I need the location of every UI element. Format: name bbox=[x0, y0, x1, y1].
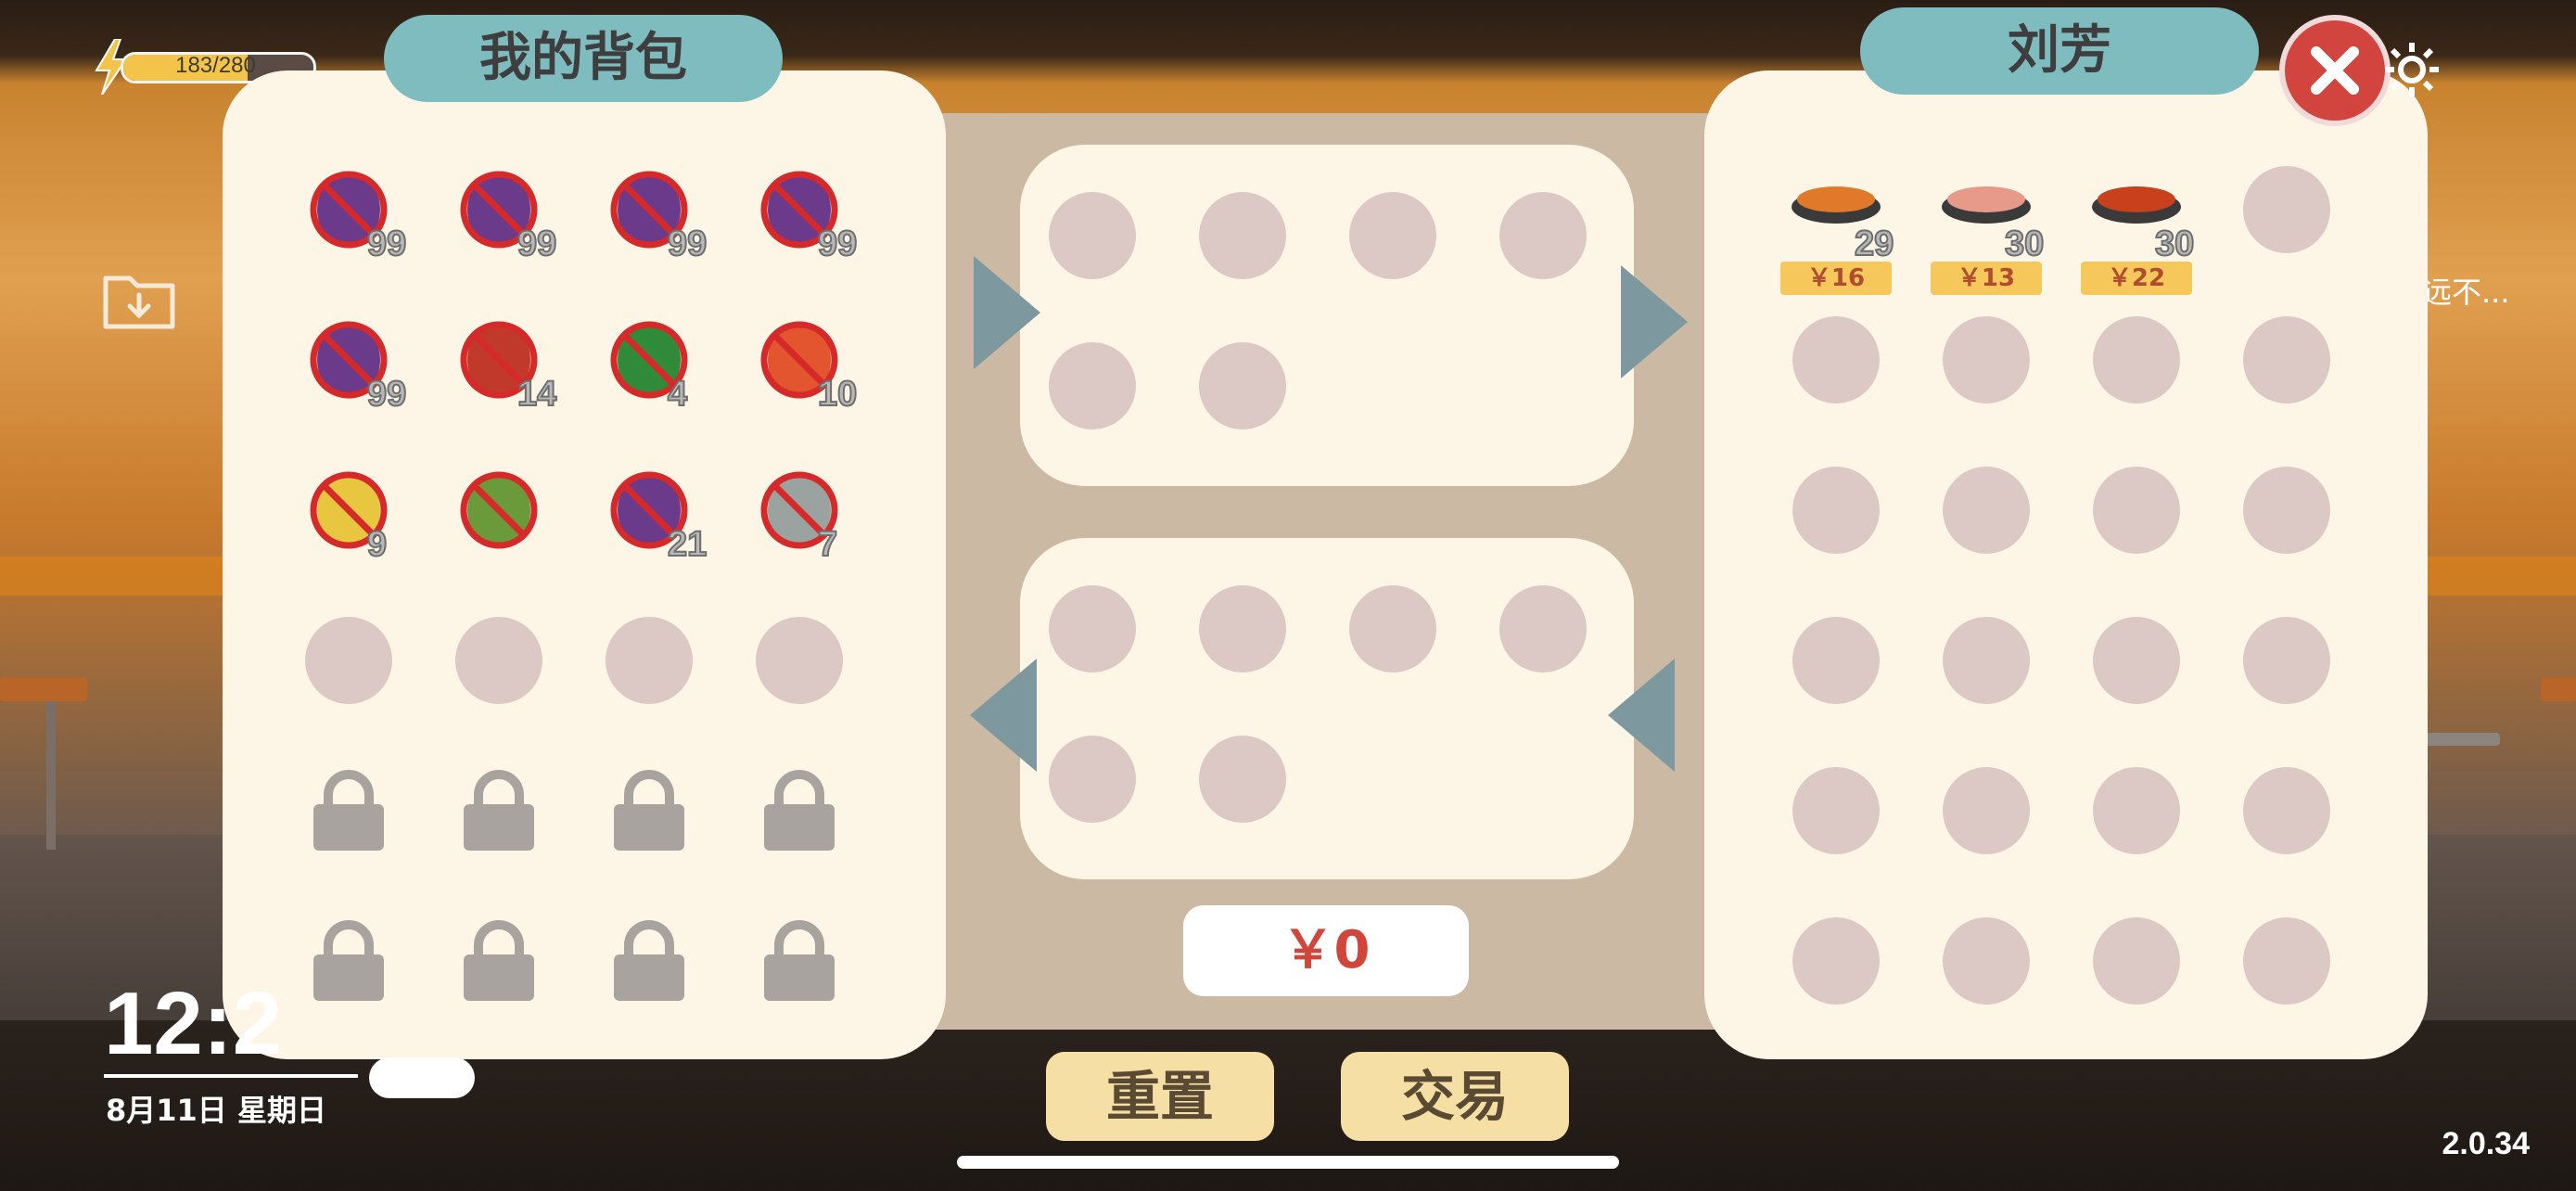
offer-slot[interactable] bbox=[1499, 192, 1587, 279]
close-icon bbox=[2311, 46, 2359, 95]
empty-slot[interactable] bbox=[1792, 617, 1880, 704]
background-desk-left bbox=[0, 677, 87, 701]
folder-download-icon[interactable] bbox=[102, 269, 176, 330]
empty-slot[interactable] bbox=[2243, 617, 2330, 704]
item-count: 99 bbox=[667, 224, 708, 264]
receive-slot[interactable] bbox=[1049, 736, 1136, 823]
lock-icon bbox=[760, 767, 838, 854]
arrow-left-icon bbox=[970, 659, 1037, 772]
offer-slot[interactable] bbox=[1049, 342, 1136, 429]
cabbage-icon[interactable] bbox=[448, 459, 550, 561]
item-count: 9 bbox=[366, 524, 388, 565]
empty-slot[interactable] bbox=[1943, 316, 2030, 403]
clock-time: 12:2 bbox=[104, 974, 283, 1073]
clock-divider bbox=[104, 1074, 358, 1078]
trade-button[interactable]: 交易 bbox=[1341, 1052, 1569, 1141]
lock-icon bbox=[460, 767, 538, 854]
item-count: 99 bbox=[366, 224, 407, 264]
receive-slot[interactable] bbox=[1199, 736, 1286, 823]
clock-date: 8月11日 星期日 bbox=[106, 1093, 326, 1128]
trade-total: ￥0 bbox=[1183, 905, 1469, 996]
background-desk-right bbox=[2541, 677, 2576, 701]
lock-icon bbox=[760, 917, 838, 1005]
empty-slot[interactable] bbox=[1943, 617, 2030, 704]
version-label: 2.0.34 bbox=[2442, 1126, 2530, 1161]
empty-slot[interactable] bbox=[2243, 917, 2330, 1005]
offer-slot[interactable] bbox=[1049, 192, 1136, 279]
price-tag: ￥13 bbox=[1931, 262, 2042, 295]
side-dialogue-text: 远不... bbox=[2422, 275, 2510, 310]
item-count: 14 bbox=[516, 374, 557, 415]
empty-slot[interactable] bbox=[2093, 767, 2180, 854]
receive-slot[interactable] bbox=[1499, 585, 1587, 672]
arrow-left-icon bbox=[1608, 659, 1675, 772]
item-count: 4 bbox=[667, 374, 688, 415]
price-tag: ￥22 bbox=[2081, 262, 2192, 295]
item-count: 30 bbox=[2154, 224, 2195, 264]
arrow-right-icon bbox=[974, 256, 1040, 369]
lock-icon bbox=[610, 917, 688, 1005]
empty-slot[interactable] bbox=[1943, 467, 2030, 554]
receive-slot[interactable] bbox=[1049, 585, 1136, 672]
empty-slot[interactable] bbox=[2093, 316, 2180, 403]
close-button[interactable] bbox=[2279, 15, 2391, 126]
item-count: 30 bbox=[2004, 224, 2045, 264]
empty-slot[interactable] bbox=[2093, 617, 2180, 704]
empty-slot[interactable] bbox=[2243, 166, 2330, 253]
receive-slot[interactable] bbox=[1349, 585, 1436, 672]
item-count: 10 bbox=[817, 374, 858, 415]
offer-slot[interactable] bbox=[1349, 192, 1436, 279]
gear-icon[interactable] bbox=[2379, 37, 2444, 102]
item-count: 7 bbox=[817, 524, 838, 565]
empty-slot[interactable] bbox=[1792, 767, 1880, 854]
offer-slot[interactable] bbox=[1199, 342, 1286, 429]
background-desk-leg bbox=[46, 701, 56, 850]
empty-slot[interactable] bbox=[455, 617, 542, 704]
reset-button[interactable]: 重置 bbox=[1046, 1052, 1274, 1141]
arrow-right-icon bbox=[1621, 265, 1688, 378]
lock-icon bbox=[610, 767, 688, 854]
empty-slot[interactable] bbox=[1792, 316, 1880, 403]
empty-slot[interactable] bbox=[2243, 767, 2330, 854]
item-count: 99 bbox=[516, 224, 557, 264]
backpack-title: 我的背包 bbox=[384, 15, 783, 102]
empty-slot[interactable] bbox=[1943, 917, 2030, 1005]
empty-slot[interactable] bbox=[2093, 467, 2180, 554]
empty-slot[interactable] bbox=[2243, 316, 2330, 403]
lock-icon bbox=[310, 917, 388, 1005]
empty-slot[interactable] bbox=[756, 617, 843, 704]
empty-slot[interactable] bbox=[305, 617, 392, 704]
background-desk-right2 bbox=[2426, 733, 2500, 746]
empty-slot[interactable] bbox=[606, 617, 693, 704]
item-count: 29 bbox=[1854, 224, 1894, 264]
lock-icon bbox=[460, 917, 538, 1005]
weather-cloud-icon bbox=[369, 1057, 475, 1098]
offer-slot[interactable] bbox=[1199, 192, 1286, 279]
receive-slot[interactable] bbox=[1199, 585, 1286, 672]
empty-slot[interactable] bbox=[2243, 467, 2330, 554]
price-tag: ￥16 bbox=[1780, 262, 1892, 295]
item-count: 21 bbox=[667, 524, 708, 565]
npc-name-title: 刘芳 bbox=[1860, 7, 2259, 95]
item-count: 99 bbox=[366, 374, 407, 415]
home-indicator[interactable] bbox=[957, 1156, 1619, 1169]
empty-slot[interactable] bbox=[2093, 917, 2180, 1005]
item-count: 99 bbox=[817, 224, 858, 264]
empty-slot[interactable] bbox=[1792, 917, 1880, 1005]
empty-slot[interactable] bbox=[1792, 467, 1880, 554]
lock-icon bbox=[310, 767, 388, 854]
empty-slot[interactable] bbox=[1943, 767, 2030, 854]
